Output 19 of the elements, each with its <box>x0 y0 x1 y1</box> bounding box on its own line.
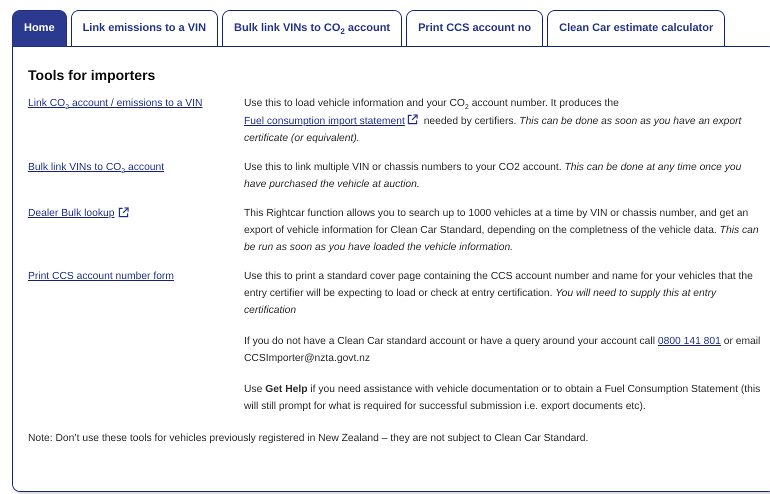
tab[interactable]: Home <box>12 10 67 46</box>
tab[interactable]: Print CCS account no <box>406 10 544 46</box>
tool-link[interactable]: Dealer Bulk lookup <box>28 205 114 222</box>
tab[interactable]: Link emissions to a VIN <box>70 10 218 46</box>
section-heading: Tools for importers <box>28 67 156 83</box>
tab[interactable]: Clean Car estimate calculator <box>547 10 726 46</box>
description-text: Use this to load vehicle information and your CO$_{2}$ account number. It produces the Fuel consumption import statement needed by certifiers. This can be done as soon as you have an export certificate (or equivalent). <box>244 97 743 146</box>
tab[interactable]: Bulk link VINs to CO$_{2}$ account <box>222 10 402 46</box>
tool-link[interactable]: Link CO$_{2}$ account / emissions to a VIN <box>28 95 202 112</box>
tool-link[interactable]: Bulk link VINs to CO$_{2}$ account <box>28 159 164 176</box>
inline-link[interactable]: Fuel consumption import statement <box>244 116 405 127</box>
description-text: Use Get Help if you need assistance with vehicle documentation or to obtain a Fuel Consumption Statement (this will still prompt for what is required for successful submission i.e. export documents etc). <box>244 383 761 414</box>
tool-link[interactable]: Print CCS account number form <box>28 268 174 285</box>
description-text: Use this to print a standard cover page containing the CCS account number and name for your vehicles that the entry certifier will be expecting to load or check at entry certification. You will need to supply this at entry certification <box>244 270 754 318</box>
description-text: This Rightcar function allows you to search up to 1000 vehicles at a time by VIN or chassis number, and get an export of vehicle information for Clean Car Standard, depending on the completness of the vehicle data. This can be run as soon as you have loaded the vehicle information. <box>244 207 760 255</box>
description-text: If you do not have a Clean Car standard account or have a query around your account call 0800 141 801 or email CCSImporter@nzta.govt.nz <box>244 335 761 366</box>
note-text: Note: Don’t use these tools for vehicles previously registered in New Zealand – they are not subject to Clean Car Standard. <box>28 433 590 444</box>
description-text: Use this to link multiple VIN or chassis numbers to your CO2 account. This can be done at any time once you have purchased the vehicle at auction. <box>244 161 742 192</box>
inline-link[interactable]: 0800 141 801 <box>658 336 721 347</box>
